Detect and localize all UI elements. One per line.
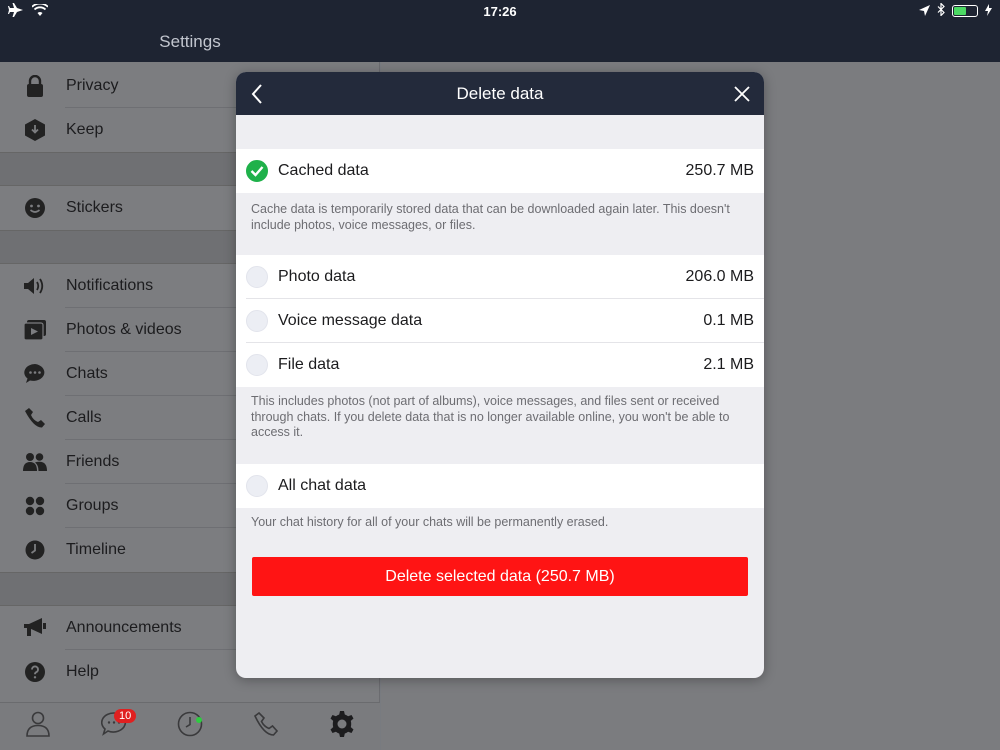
- all-chat-data-option[interactable]: All chat data: [236, 464, 764, 508]
- sidebar-item-label: Stickers: [66, 199, 123, 216]
- person-icon: [26, 711, 50, 742]
- dialog-header: Delete data: [236, 72, 764, 115]
- megaphone-icon: [22, 615, 48, 641]
- battery-icon: [952, 5, 978, 17]
- sidebar-item-label: Privacy: [66, 77, 119, 94]
- option-label: All chat data: [278, 477, 367, 494]
- cached-data-note: Cache data is temporarily stored data th…: [251, 202, 730, 232]
- tab-timeline[interactable]: [170, 707, 210, 747]
- unchecked-circle-icon[interactable]: [246, 354, 268, 376]
- photo-video-icon: [22, 317, 48, 343]
- sidebar-item-label: Calls: [66, 409, 102, 426]
- close-icon[interactable]: [730, 82, 754, 106]
- tab-calls[interactable]: [246, 707, 286, 747]
- gear-icon: [329, 711, 355, 742]
- sidebar-item-label: Friends: [66, 453, 120, 470]
- tab-chats[interactable]: 10: [94, 707, 137, 747]
- tab-friends[interactable]: [18, 707, 58, 747]
- media-data-note: This includes photos (not part of albums…: [251, 394, 730, 439]
- sidebar-item-label: Groups: [66, 497, 119, 514]
- delete-selected-data-button[interactable]: Delete selected data (250.7 MB): [252, 557, 748, 596]
- sidebar-item-label: Keep: [66, 121, 104, 138]
- new-indicator-dot: [196, 716, 202, 723]
- cached-data-option[interactable]: Cached data 250.7 MB: [236, 149, 764, 193]
- unchecked-circle-icon[interactable]: [246, 475, 268, 497]
- sticker-icon: [22, 195, 48, 221]
- option-label: Voice message data: [278, 312, 423, 329]
- option-label: File data: [278, 356, 340, 373]
- all-chat-data-note: Your chat history for all of your chats …: [251, 515, 609, 529]
- sidebar-item-label: Announcements: [66, 619, 182, 636]
- chat-bubble-icon: [22, 361, 48, 387]
- status-bar: 17:26: [0, 0, 1000, 22]
- file-data-option[interactable]: File data 2.1 MB: [236, 343, 764, 387]
- phone-icon: [253, 711, 279, 741]
- dialog-title: Delete data: [456, 84, 544, 103]
- option-size: 0.1 MB: [703, 312, 754, 329]
- photo-data-option[interactable]: Photo data 206.0 MB: [236, 255, 764, 299]
- lock-icon: [22, 73, 48, 99]
- sidebar-item-label: Chats: [66, 365, 108, 382]
- tab-settings[interactable]: [322, 707, 362, 747]
- phone-icon: [22, 405, 48, 431]
- sidebar-item-label: Notifications: [66, 277, 154, 294]
- keep-icon: [22, 117, 48, 143]
- unchecked-circle-icon[interactable]: [246, 266, 268, 288]
- sidebar-item-label: Timeline: [66, 541, 126, 558]
- location-arrow-icon: [919, 4, 930, 19]
- option-label: Photo data: [278, 268, 356, 285]
- sidebar-item-label: Help: [66, 663, 99, 680]
- status-time: 17:26: [483, 4, 517, 19]
- voice-message-data-option[interactable]: Voice message data 0.1 MB: [236, 299, 764, 343]
- tab-bar: 10: [0, 702, 380, 750]
- help-icon: [22, 659, 48, 685]
- groups-icon: [22, 493, 48, 519]
- unread-badge: 10: [114, 708, 137, 723]
- friends-icon: [22, 449, 48, 475]
- bluetooth-icon: [937, 2, 945, 19]
- unchecked-circle-icon[interactable]: [246, 310, 268, 332]
- delete-data-dialog: Delete data Cached data 250.7 MB Cache d…: [236, 72, 764, 678]
- clock-icon: [177, 711, 203, 742]
- option-size: 206.0 MB: [685, 268, 754, 285]
- clock-icon: [22, 537, 48, 563]
- option-label: Cached data: [278, 162, 369, 179]
- charging-bolt-icon: [985, 3, 992, 19]
- checkmark-icon[interactable]: [246, 160, 268, 182]
- option-size: 2.1 MB: [703, 356, 754, 373]
- sidebar-item-label: Photos & videos: [66, 321, 182, 338]
- option-size: 250.7 MB: [685, 162, 754, 179]
- speaker-icon: [22, 273, 48, 299]
- top-bar: 17:26 Settings: [0, 0, 1000, 62]
- settings-title: Settings: [159, 32, 221, 51]
